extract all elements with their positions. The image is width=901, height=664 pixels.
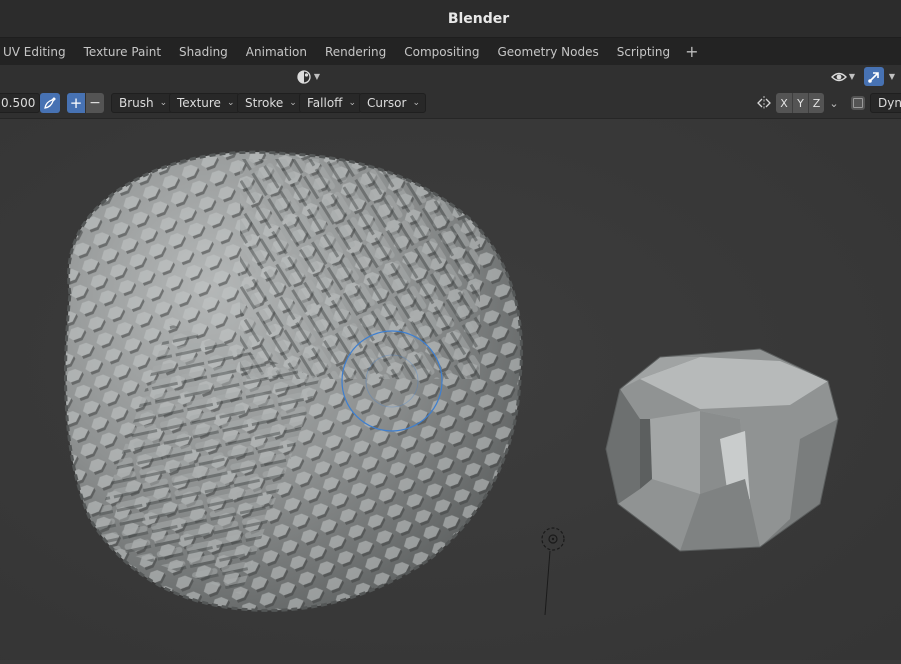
- tab-rendering[interactable]: Rendering: [316, 38, 395, 65]
- mirror-options-dropdown[interactable]: ⌄: [826, 93, 842, 113]
- tab-uv-editing[interactable]: UV Editing: [0, 38, 75, 65]
- visibility-eye-icon: [830, 72, 847, 81]
- falloff-menu[interactable]: Falloff ⌄: [299, 93, 362, 113]
- shading-orb-button[interactable]: ▼: [292, 68, 324, 85]
- dyntopo-checkbox[interactable]: [851, 96, 865, 110]
- gizmo-options-dropdown[interactable]: ▼: [884, 68, 900, 85]
- tab-scripting[interactable]: Scripting: [608, 38, 679, 65]
- add-direction-button[interactable]: +: [67, 93, 85, 113]
- strength-value: 0.500: [1, 96, 36, 110]
- add-workspace-button[interactable]: +: [679, 42, 704, 61]
- gizmo-arrow-icon: [868, 71, 879, 83]
- tab-texture-paint[interactable]: Texture Paint: [75, 38, 170, 65]
- tab-animation[interactable]: Animation: [237, 38, 316, 65]
- viewport-header: ▼ ▼ ▼: [0, 65, 901, 88]
- cursor-menu[interactable]: Cursor ⌄: [359, 93, 426, 113]
- gizmo-toggle-button[interactable]: [864, 67, 884, 86]
- workspace-tabs: UV Editing Texture Paint Shading Animati…: [0, 38, 901, 65]
- tab-compositing[interactable]: Compositing: [395, 38, 488, 65]
- mirror-symmetry-button[interactable]: [755, 93, 773, 113]
- checkbox-icon: [853, 98, 863, 108]
- chevron-down-icon: ⌄: [159, 98, 168, 108]
- chevron-down-icon: ⌄: [348, 98, 356, 108]
- mirror-x-toggle[interactable]: X: [776, 93, 792, 113]
- mirror-z-toggle[interactable]: Z: [808, 93, 824, 113]
- chevron-down-icon: ▼: [313, 72, 321, 81]
- chevron-down-icon: ⌄: [289, 98, 297, 108]
- chevron-down-icon: ⌄: [829, 96, 839, 110]
- tab-geometry-nodes[interactable]: Geometry Nodes: [488, 38, 607, 65]
- shading-orb-icon: [297, 69, 311, 84]
- chevron-down-icon: ⌄: [412, 98, 420, 108]
- brush-stroke-icon: [44, 97, 56, 109]
- strength-field[interactable]: 0.500: [0, 93, 40, 113]
- subtract-direction-button[interactable]: −: [86, 93, 104, 113]
- mirror-y-toggle[interactable]: Y: [792, 93, 808, 113]
- dyntopo-menu[interactable]: Dynt: [870, 93, 901, 113]
- chevron-down-icon: ▼: [888, 72, 896, 81]
- pressure-toggle-button[interactable]: [40, 93, 60, 113]
- chevron-down-icon: ▼: [848, 72, 856, 81]
- chevron-down-icon: ⌄: [226, 98, 235, 108]
- stroke-menu[interactable]: Stroke ⌄: [237, 93, 303, 113]
- visibility-button[interactable]: ▼: [828, 68, 858, 85]
- tool-settings-header: 0.500 + − Brush ⌄ Texture ⌄ Stroke ⌄ Fallof…: [0, 88, 901, 119]
- texture-menu[interactable]: Texture ⌄: [169, 93, 241, 113]
- brush-menu[interactable]: Brush ⌄: [111, 93, 174, 113]
- mirror-symmetry-icon: [757, 96, 771, 110]
- title-bar: Blender: [0, 0, 901, 38]
- tab-shading[interactable]: Shading: [170, 38, 237, 65]
- 3d-viewport[interactable]: [0, 119, 901, 660]
- viewport-canvas[interactable]: [0, 119, 901, 660]
- window-title: Blender: [447, 10, 510, 27]
